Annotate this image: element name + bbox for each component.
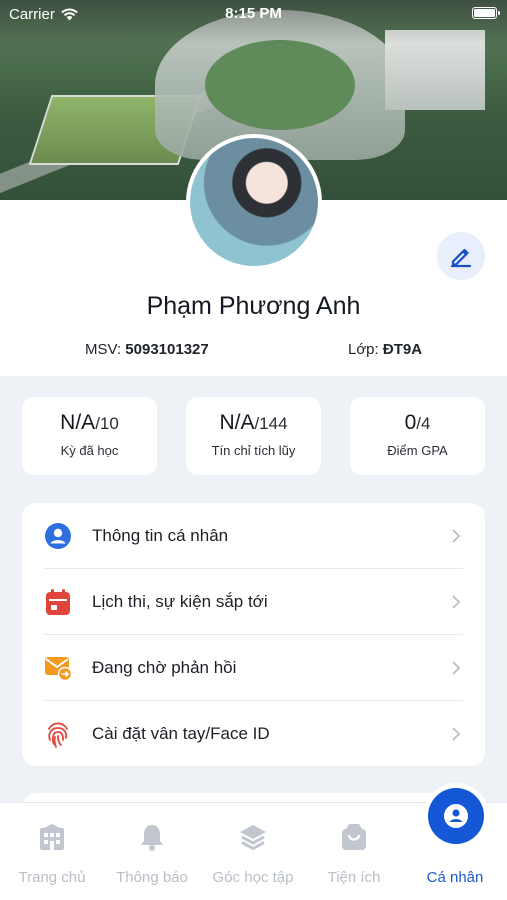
stat-total: /10 [95, 414, 119, 433]
stat-credits: N/A/144 Tín chỉ tích lũy [186, 397, 321, 475]
class-label: Lớp: [348, 341, 379, 358]
tab-label: Thông báo [116, 869, 188, 886]
tab-label: Tiện ích [327, 869, 381, 886]
calendar-icon [44, 588, 72, 616]
edit-profile-button[interactable] [437, 232, 485, 280]
menu-item-personal-info[interactable]: Thông tin cá nhân [44, 503, 463, 569]
pencil-icon [450, 248, 472, 268]
stat-total: /144 [254, 414, 288, 433]
tab-label: Góc học tập [212, 869, 294, 886]
menu-item-label: Đang chờ phản hồi [92, 657, 237, 677]
student-id-value: 5093101327 [125, 341, 209, 358]
fingerprint-icon [44, 720, 72, 748]
user-circle-icon [44, 522, 72, 550]
avatar[interactable] [186, 134, 322, 270]
status-bar: Carrier 8:15 PM [0, 0, 507, 28]
stat-label: Tín chỉ tích lũy [211, 443, 296, 458]
menu-item-label: Cài đặt vân tay/Face ID [92, 724, 270, 743]
tab-label: Cá nhân [426, 869, 484, 886]
tab-label: Trang chủ [18, 869, 86, 886]
battery-icon [472, 7, 500, 19]
tab-utilities[interactable]: Tiện ích [304, 821, 404, 886]
chevron-right-icon [449, 660, 463, 675]
user-icon [444, 804, 468, 828]
stat-label: Điểm GPA [387, 443, 448, 458]
stat-semesters: N/A/10 Kỳ đã học [22, 397, 157, 475]
bag-icon [342, 824, 366, 850]
student-id: MSV: 5093101327 [85, 341, 209, 358]
class-info: Lớp: ĐT9A [348, 341, 422, 358]
stat-label: Kỳ đã học [60, 443, 119, 458]
menu-item-exam-schedule[interactable]: Lịch thi, sự kiện sắp tới [44, 569, 463, 635]
building-icon [40, 824, 64, 850]
chevron-right-icon [449, 594, 463, 609]
menu-item-pending-feedback[interactable]: Đang chờ phản hồi [44, 635, 463, 701]
menu-item-biometric-settings[interactable]: Cài đặt vân tay/Face ID [44, 701, 463, 767]
student-id-label: MSV: [85, 341, 122, 358]
mail-forward-icon [44, 654, 72, 682]
tab-home[interactable]: Trang chủ [2, 821, 102, 886]
tab-notifications[interactable]: Thông báo [102, 821, 202, 886]
stat-value: N/A [60, 411, 96, 434]
stat-value: 0 [404, 411, 417, 434]
profile-name: Phạm Phương Anh [146, 292, 361, 320]
menu-item-label: Thông tin cá nhân [92, 525, 229, 545]
chevron-right-icon [449, 528, 463, 543]
bell-icon [141, 825, 163, 851]
menu-item-label: Lịch thi, sự kiện sắp tới [92, 591, 268, 611]
stat-gpa: 0/4 Điểm GPA [350, 397, 485, 475]
profile-menu: Thông tin cá nhân Lịch thi, sự kiện sắp … [22, 503, 485, 766]
status-time: 8:15 PM [225, 5, 282, 22]
layers-icon [240, 825, 266, 851]
stat-value: N/A [219, 411, 255, 434]
stat-total: /4 [416, 414, 431, 433]
profile-tab-button[interactable] [428, 788, 484, 844]
class-value: ĐT9A [382, 341, 423, 358]
tab-study-corner[interactable]: Góc học tập [203, 821, 303, 886]
chevron-right-icon [449, 727, 463, 741]
